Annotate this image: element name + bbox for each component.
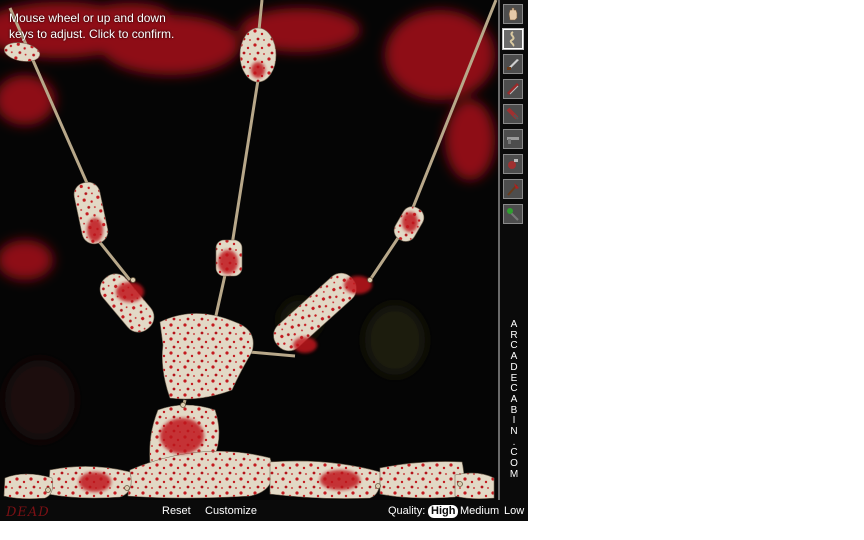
hand-icon	[508, 7, 518, 21]
hand-tool-button[interactable]	[503, 4, 523, 24]
rope-tool-button[interactable]	[503, 29, 523, 49]
instructions-line-1: Mouse wheel or up and down	[9, 11, 166, 25]
instructions-text: Mouse wheel or up and down keys to adjus…	[9, 10, 199, 42]
arcadecabin-brand: ARCADECABIN.COM	[508, 319, 520, 481]
axe-tool-button[interactable]	[503, 179, 523, 199]
reset-button[interactable]: Reset	[162, 505, 191, 518]
gun-icon	[507, 137, 519, 144]
ragdoll-foot-right[interactable]	[379, 461, 465, 499]
game-stage[interactable]: Mouse wheel or up and down keys to adjus…	[0, 0, 500, 500]
cleaver-tool-button[interactable]	[503, 104, 523, 124]
grenade-tool-button[interactable]	[503, 154, 523, 174]
quality-high-option[interactable]: High	[428, 505, 459, 518]
cleaver-icon	[506, 107, 519, 120]
quality-medium-option[interactable]: Medium	[460, 505, 499, 518]
knife-tool-button[interactable]	[503, 54, 523, 74]
ragdoll-torso[interactable]	[159, 313, 254, 400]
game-window: Mouse wheel or up and down keys to adjus…	[0, 0, 528, 521]
bottom-bar: Reset Customize Quality: High Medium Low	[0, 500, 528, 521]
brand-letter: D	[510, 361, 518, 373]
saw-icon	[506, 82, 520, 96]
instructions-line-2: keys to adjust. Click to confirm.	[9, 27, 175, 41]
brand-letter: M	[509, 468, 519, 480]
gun-tool-button[interactable]	[503, 129, 523, 149]
rope-icon	[509, 31, 515, 47]
knife-icon	[507, 59, 519, 70]
mace-tool-button[interactable]	[503, 204, 523, 224]
quality-label: Quality:	[388, 505, 426, 517]
saw-tool-button[interactable]	[503, 79, 523, 99]
ragdoll-body[interactable]	[3, 27, 495, 499]
dead-logo-text: DEAD	[5, 505, 50, 519]
axe-icon	[507, 183, 519, 196]
dead-logo: DEAD	[5, 505, 50, 519]
mace-icon	[507, 208, 519, 221]
customize-button[interactable]: Customize	[205, 505, 257, 518]
ragdoll-foot-left[interactable]	[3, 473, 53, 499]
body-blood	[79, 62, 418, 492]
quality-low-option[interactable]: Low	[504, 505, 524, 518]
grenade-icon	[508, 159, 518, 169]
ragdoll-scene[interactable]	[0, 0, 498, 500]
